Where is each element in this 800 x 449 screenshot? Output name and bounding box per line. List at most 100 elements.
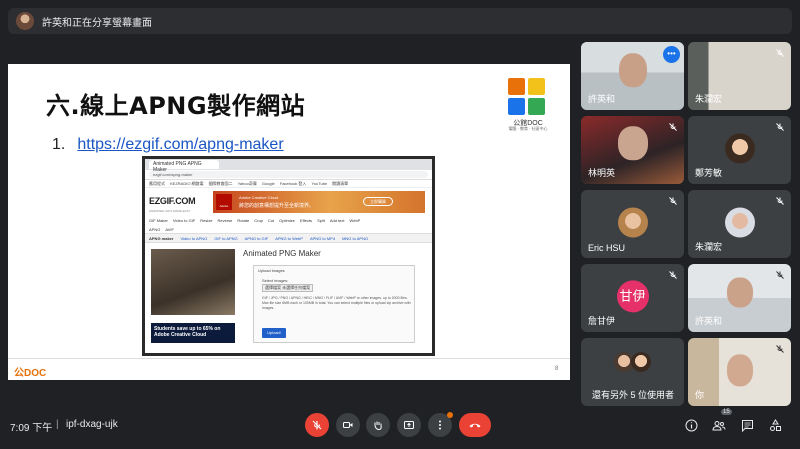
ezgif-logo-sub: ANIMATED GIFS MADE EASY xyxy=(149,208,191,213)
browser-url: ezgif.com/apng-maker xyxy=(149,171,428,178)
slide-title: 六.線上APNG製作網站 xyxy=(46,92,306,120)
embedded-browser-screenshot: Animated PNG APNG Maker ezgif.com/apng-m… xyxy=(142,156,435,356)
slide-divider xyxy=(8,358,570,359)
upload-box: Upload images Select images: 選擇檔案 未選擇任何檔… xyxy=(253,265,415,343)
participant-name: 許英和 xyxy=(695,316,723,326)
participant-tile[interactable]: Eric HSU xyxy=(581,190,684,258)
nav-item: Effects xyxy=(299,217,313,223)
more-participants-label: 還有另外 5 位使用者 xyxy=(592,390,675,400)
ezgif-nav: GIF Maker Video to GIF Resize Reverse Ro… xyxy=(145,215,432,225)
slide-logo xyxy=(508,78,546,116)
participant-tile[interactable]: ••• 許英和 xyxy=(581,42,684,110)
adobe-logo: Adobe xyxy=(216,194,232,210)
participant-name: Eric HSU xyxy=(588,243,626,253)
nav-item: Reverse xyxy=(217,217,233,223)
ezgif-logo-text: EZGIF.COM xyxy=(149,195,196,206)
self-tile[interactable]: 你 xyxy=(688,338,791,406)
people-icon xyxy=(712,420,726,430)
logo-square-1 xyxy=(508,78,525,95)
participant-tile[interactable]: 朱瀾宏 xyxy=(688,190,791,258)
logo-square-3 xyxy=(508,98,525,115)
logo-square-2 xyxy=(528,78,545,95)
more-options-button[interactable]: ••• xyxy=(663,46,680,63)
shapes-icon xyxy=(769,418,781,431)
subnav-item: APNG to MP4 xyxy=(309,235,336,241)
upload-info: GIF / JPG / PNG / APNG / HEIC / MNG / FL… xyxy=(262,296,411,310)
participant-name: 詹甘伊 xyxy=(588,316,616,326)
info-icon xyxy=(685,419,697,431)
browser-address-bar: ezgif.com/apng-maker xyxy=(145,170,432,180)
participant-name: 你 xyxy=(695,390,705,400)
file-text: 未選擇任何檔案 xyxy=(282,285,311,290)
ad-banner: Adobe Adobe Creative Cloud 將您的創意構想提升至全新境… xyxy=(213,191,425,213)
ezgif-subnav: APNG maker Video to APNG GIF to APNG APN… xyxy=(145,233,432,243)
more-vert-icon xyxy=(439,420,441,430)
bookmark: YouTube xyxy=(311,181,328,186)
participant-face xyxy=(618,53,647,88)
mic-muted-icon xyxy=(776,197,784,205)
nav-item: APNG xyxy=(149,226,161,232)
subnav-item: APNG to WebP xyxy=(275,235,303,241)
participant-tile[interactable]: 甘伊 詹甘伊 xyxy=(581,264,684,332)
file-button: 選擇檔案 xyxy=(265,285,281,290)
participant-tile[interactable]: 朱瀾宏 xyxy=(688,42,791,110)
ad-photo xyxy=(151,249,235,315)
logo-square-4 xyxy=(528,98,545,115)
participant-tile[interactable]: 鄭芳敏 xyxy=(688,116,791,184)
nav-item: Video to GIF xyxy=(172,217,196,223)
participant-face xyxy=(617,125,648,160)
participant-name: 朱瀾宏 xyxy=(695,242,723,252)
raise-hand-button[interactable] xyxy=(366,413,390,437)
mic-muted-icon xyxy=(776,271,784,279)
mic-muted-icon xyxy=(669,123,677,131)
mic-toggle-button[interactable] xyxy=(305,413,329,437)
chat-button[interactable] xyxy=(739,417,755,433)
participant-name: 朱瀾宏 xyxy=(695,94,723,104)
nav-item: Rotate xyxy=(237,217,250,223)
subnav-item: Video to APNG xyxy=(180,235,208,241)
slide-link: https://ezgif.com/apng-maker xyxy=(77,136,284,153)
participants-button[interactable] xyxy=(711,417,727,433)
mic-muted-icon xyxy=(776,123,784,131)
ezgif-heading: Animated PNG Maker xyxy=(243,249,321,258)
bookmark: 國際教會園二 xyxy=(208,180,233,186)
more-participants-tile[interactable]: 還有另外 5 位使用者 xyxy=(581,338,684,406)
participant-name: 鄭芳敏 xyxy=(695,168,723,178)
upload-label: Upload images xyxy=(258,268,285,273)
select-label: Select images: xyxy=(262,278,289,283)
bookmark: Yahoo奇摩 xyxy=(237,180,257,186)
meeting-code: ipf-dxag-ujk xyxy=(66,419,118,430)
more-options-button[interactable] xyxy=(428,412,453,437)
camera-toggle-button[interactable] xyxy=(336,413,360,437)
mic-muted-icon xyxy=(669,197,677,205)
participant-tile[interactable]: 林明英 xyxy=(581,116,684,184)
slide-logo-sub: 電腦 · 教育 · 社區中心 xyxy=(508,126,548,131)
file-picker: 選擇檔案 未選擇任何檔案 xyxy=(262,284,314,292)
bookmark: 閱讀清單 xyxy=(332,180,349,186)
bookmark: 應用程式 xyxy=(149,180,165,186)
browser-tab: Animated PNG APNG Maker xyxy=(149,160,219,173)
bookmark: Facebook 登入 xyxy=(279,180,307,186)
leave-call-button[interactable] xyxy=(459,413,491,437)
ezgif-header: EZGIF.COM ANIMATED GIFS MADE EASY Adobe … xyxy=(145,188,432,215)
participant-face xyxy=(726,277,753,308)
mic-muted-icon xyxy=(776,49,784,57)
bookmark: KEZRADIO 網路電 xyxy=(170,180,204,186)
separator: | xyxy=(56,419,59,430)
ad-student-banner: Students save up to 65% on Adobe Creativ… xyxy=(151,323,235,343)
nav-item: WebP xyxy=(349,217,361,223)
present-icon xyxy=(404,421,414,429)
meeting-details-button[interactable] xyxy=(683,417,699,433)
participant-tile[interactable]: 許英和 xyxy=(688,264,791,332)
nav-item: Cut xyxy=(267,217,275,223)
nav-item: Split xyxy=(317,217,325,223)
activities-button[interactable] xyxy=(767,417,783,433)
notification-dot xyxy=(447,412,453,418)
present-now-button[interactable] xyxy=(397,413,421,437)
subnav-item: APNG maker xyxy=(149,235,174,241)
meet-window: 許英和正在分享螢幕畫面 六.線上APNG製作網站 公館DOC 電腦 · 教育 ·… xyxy=(0,0,800,449)
bookmarks-bar: 應用程式 KEZRADIO 網路電 國際教會園二 Yahoo奇摩 Google … xyxy=(145,180,432,188)
subnav-item: GIF to APNG xyxy=(214,235,238,241)
participant-avatar xyxy=(724,133,755,164)
nav-item: Optimize xyxy=(279,217,295,223)
